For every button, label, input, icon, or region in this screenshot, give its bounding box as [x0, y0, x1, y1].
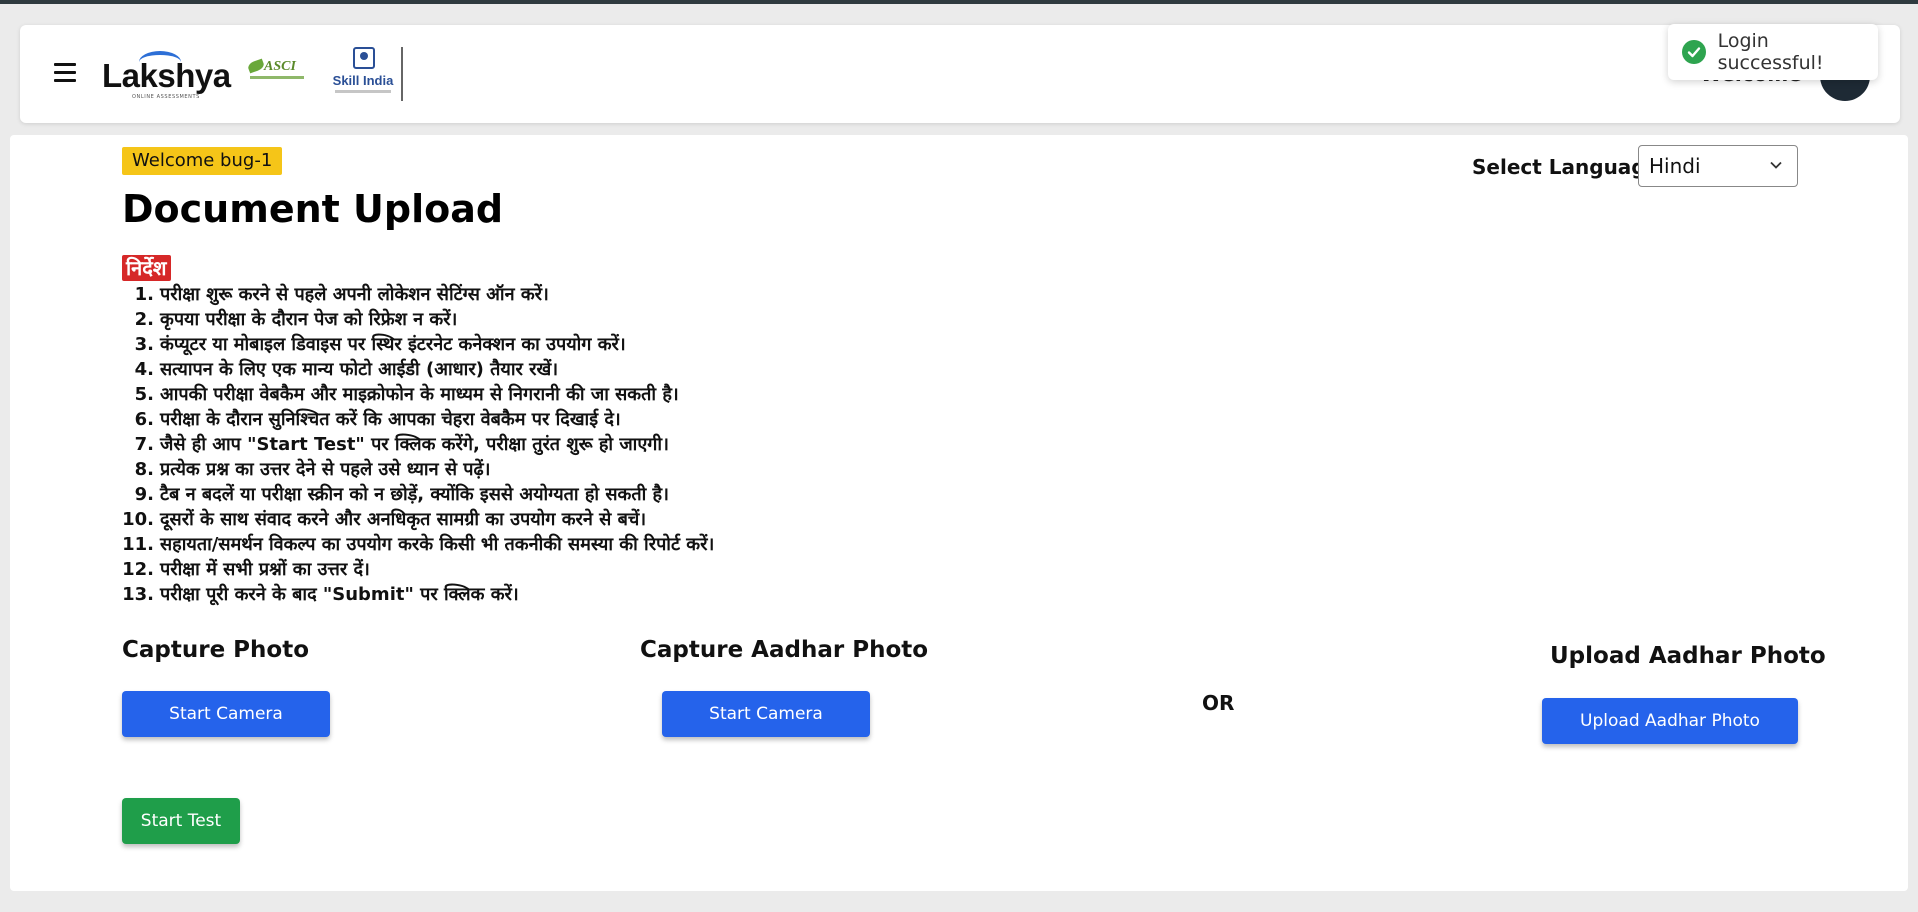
- instruction-number: 11.: [122, 534, 154, 555]
- instruction-number: 3.: [134, 334, 154, 355]
- instruction-number: 8.: [134, 459, 154, 480]
- instruction-item: 5. आपकी परीक्षा वेबकैम और माइक्रोफोन के म…: [122, 382, 1022, 407]
- skill-india-logo: Skill India: [330, 47, 400, 101]
- instruction-number: 1.: [134, 284, 154, 305]
- instructions-list: 1. परीक्षा शुरू करने से पहले अपनी लोकेशन …: [122, 282, 1022, 607]
- instruction-text: जैसे ही आप "Start Test" पर क्लिक करेंगे,…: [160, 434, 669, 455]
- upload-aadhar-title: Upload Aadhar Photo: [1550, 643, 1826, 669]
- upload-aadhar-button[interactable]: Upload Aadhar Photo: [1542, 698, 1798, 744]
- instruction-text: आपकी परीक्षा वेबकैम और माइक्रोफोन के माध…: [160, 384, 679, 405]
- check-circle-icon: [1682, 40, 1706, 64]
- instruction-text: टैब न बदलें या परीक्षा स्क्रीन को न छोड़…: [160, 484, 669, 505]
- instruction-item: 6. परीक्षा के दौरान सुनिश्चित करें कि आपक…: [122, 407, 1022, 432]
- instruction-item: 2. कृपया परीक्षा के दौरान पेज को रिफ्रेश …: [122, 307, 1022, 332]
- instruction-item: 1. परीक्षा शुरू करने से पहले अपनी लोकेशन …: [122, 282, 1022, 307]
- chevron-down-icon: [1770, 161, 1782, 169]
- document-upload-card: Welcome bug-1 Document Upload Select Lan…: [10, 135, 1908, 891]
- instruction-number: 12.: [122, 559, 154, 580]
- instruction-number: 10.: [122, 509, 154, 530]
- or-separator: OR: [1202, 691, 1235, 715]
- welcome-badge: Welcome bug-1: [122, 147, 283, 175]
- instruction-number: 4.: [134, 359, 154, 380]
- instruction-number: 2.: [134, 309, 154, 330]
- language-selected-value: Hindi: [1649, 154, 1701, 178]
- top-accent-bar: [0, 0, 1918, 4]
- instruction-text: सत्यापन के लिए एक मान्य फोटो आईडी (आधार)…: [160, 359, 559, 380]
- instruction-item: 9. टैब न बदलें या परीक्षा स्क्रीन को न छो…: [122, 482, 1022, 507]
- lakshya-logo[interactable]: Lakshya ONLINE ASSESSMENTS: [102, 49, 232, 101]
- start-test-button[interactable]: Start Test: [122, 798, 240, 844]
- instruction-item: 13. परीक्षा पूरी करने के बाद "Submit" पर …: [122, 582, 1022, 607]
- instruction-number: 13.: [122, 584, 154, 605]
- header-divider: [401, 47, 403, 101]
- instruction-text: परीक्षा में सभी प्रश्नों का उत्तर दें।: [160, 559, 370, 580]
- start-camera-aadhar-button[interactable]: Start Camera: [662, 691, 870, 737]
- instruction-text: कंप्यूटर या मोबाइल डिवाइस पर स्थिर इंटरन…: [160, 334, 626, 355]
- instruction-text: दूसरों के साथ संवाद करने और अनधिकृत सामग…: [160, 509, 647, 530]
- brand-name: Lakshya: [102, 57, 231, 94]
- menu-icon[interactable]: [54, 63, 76, 83]
- capture-photo-title: Capture Photo: [122, 637, 310, 663]
- instruction-text: परीक्षा शुरू करने से पहले अपनी लोकेशन से…: [160, 284, 549, 305]
- instruction-number: 9.: [134, 484, 154, 505]
- instruction-number: 6.: [134, 409, 154, 430]
- instruction-text: प्रत्येक प्रश्न का उत्तर देने से पहले उस…: [160, 459, 491, 480]
- instruction-text: परीक्षा के दौरान सुनिश्चित करें कि आपका …: [160, 409, 621, 430]
- instruction-item: 12. परीक्षा में सभी प्रश्नों का उत्तर दें…: [122, 557, 1022, 582]
- instruction-text: सहायता/समर्थन विकल्प का उपयोग करके किसी …: [160, 534, 715, 555]
- instruction-text: कृपया परीक्षा के दौरान पेज को रिफ्रेश न …: [160, 309, 458, 330]
- instructions-heading: निर्देश: [122, 255, 171, 281]
- instruction-item: 3. कंप्यूटर या मोबाइल डिवाइस पर स्थिर इंट…: [122, 332, 1022, 357]
- instruction-item: 4. सत्यापन के लिए एक मान्य फोटो आईडी (आधा…: [122, 357, 1022, 382]
- instruction-number: 5.: [134, 384, 154, 405]
- instruction-item: 7. जैसे ही आप "Start Test" पर क्लिक करेंग…: [122, 432, 1022, 457]
- language-select[interactable]: Hindi: [1638, 145, 1798, 187]
- asci-logo: ASCI: [246, 55, 306, 87]
- brand-tagline: ONLINE ASSESSMENTS: [132, 94, 200, 100]
- instruction-item: 10. दूसरों के साथ संवाद करने और अनधिकृत स…: [122, 507, 1022, 532]
- capture-aadhar-title: Capture Aadhar Photo: [640, 637, 929, 663]
- login-success-toast[interactable]: Login successful!: [1668, 24, 1878, 80]
- app-header: Lakshya ONLINE ASSESSMENTS ASCI Skill In…: [20, 25, 1900, 123]
- start-camera-photo-button[interactable]: Start Camera: [122, 691, 330, 737]
- instruction-number: 7.: [134, 434, 154, 455]
- toast-message: Login successful!: [1717, 30, 1824, 74]
- instruction-item: 8. प्रत्येक प्रश्न का उत्तर देने से पहले …: [122, 457, 1022, 482]
- instruction-text: परीक्षा पूरी करने के बाद "Submit" पर क्ल…: [160, 584, 519, 605]
- instruction-item: 11. सहायता/समर्थन विकल्प का उपयोग करके कि…: [122, 532, 1022, 557]
- page-title: Document Upload: [122, 187, 504, 231]
